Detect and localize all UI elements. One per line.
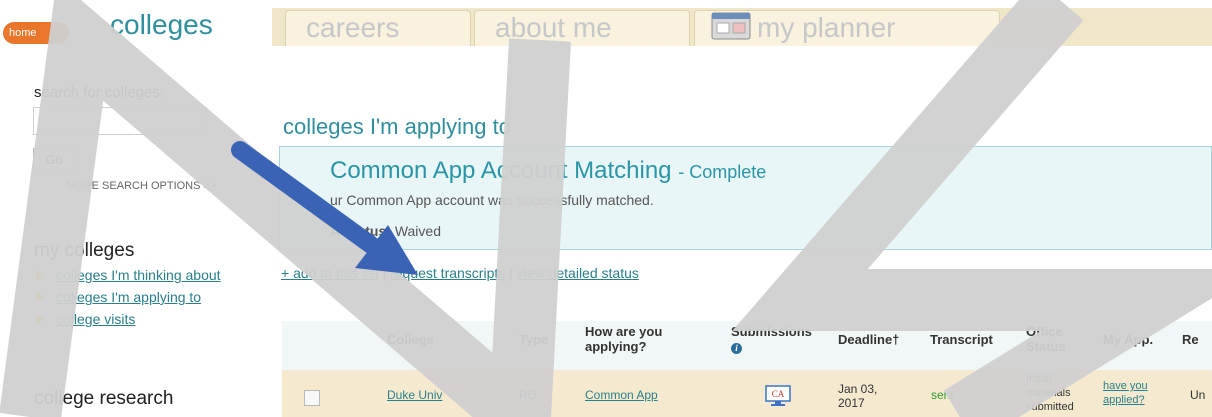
sidebar-item-label[interactable]: colleges I'm applying to: [56, 289, 201, 305]
col-header-deadline: Deadline†: [838, 332, 900, 347]
info-icon[interactable]: i: [731, 343, 742, 354]
page-title: colleges I'm applying to: [283, 114, 511, 139]
ferpa-status: A Status: Waived: [330, 223, 441, 239]
col-header-college: College: [387, 332, 434, 347]
top-navigation: home colleges careers about me my planne…: [0, 0, 1212, 48]
notice-title-text: Common App Account Matching: [330, 157, 672, 184]
link-separator: |: [382, 265, 387, 281]
sidebar-item-label[interactable]: college visits: [56, 311, 135, 327]
cell-re: Un: [1190, 388, 1206, 402]
tab-my-planner-label: my planner: [757, 12, 896, 43]
view-detailed-status-link[interactable]: view detailed status: [517, 265, 639, 281]
link-separator: |: [509, 265, 513, 281]
sidebar-item-label[interactable]: colleges I'm thinking about: [56, 267, 221, 283]
action-links: + add to this list | request transcripts…: [281, 265, 639, 281]
sidebar-item-visits[interactable]: college visits: [34, 311, 221, 327]
chevron-right-icon: [36, 313, 44, 325]
sidebar-item-thinking[interactable]: colleges I'm thinking about: [34, 267, 221, 283]
cell-deadline: Jan 03, 2017: [838, 382, 878, 410]
cell-my-app: have you applied?: [1103, 379, 1153, 407]
common-app-link[interactable]: Common App: [585, 388, 658, 402]
col-header-re: Re: [1182, 332, 1199, 347]
col-header-submissions: Submissions i: [731, 324, 812, 354]
tab-about-me[interactable]: about me: [474, 10, 690, 46]
col-header-type: Type: [519, 332, 549, 347]
tab-careers[interactable]: careers: [285, 10, 471, 46]
ferpa-value: Waived: [394, 223, 441, 239]
home-button[interactable]: home: [3, 22, 69, 44]
sidebar-item-applying[interactable]: colleges I'm applying to: [34, 289, 221, 305]
col-header-my-app: My App.: [1103, 332, 1154, 347]
cell-type: RD: [519, 388, 537, 402]
more-search-options-link[interactable]: MORE SEARCH OPTIONS >>: [66, 180, 216, 192]
chevron-right-icon: [36, 291, 44, 303]
col-header-office-status: Office Status: [1026, 324, 1066, 354]
col-header-how-applying: How are you applying?: [585, 324, 663, 354]
add-to-list-link[interactable]: + add to this list: [281, 265, 379, 281]
common-app-submission-icon[interactable]: CA: [765, 385, 791, 407]
college-search-input[interactable]: [33, 107, 207, 135]
row-checkbox[interactable]: [304, 390, 320, 406]
have-you-applied-link[interactable]: have you applied?: [1103, 380, 1148, 406]
col-header-submissions-label: Submissions: [731, 324, 812, 339]
chevron-right-icon: [36, 269, 44, 281]
cell-college: Duke Univ: [387, 388, 442, 402]
tab-colleges[interactable]: colleges: [110, 9, 213, 41]
cell-transcript: sent: [931, 388, 954, 402]
tab-my-planner[interactable]: my planner: [694, 10, 1000, 46]
notice-message: ur Common App account was successfully m…: [330, 192, 654, 208]
ferpa-label: A Status:: [330, 223, 391, 239]
notice-status: - Complete: [678, 162, 767, 182]
planner-icon: [711, 12, 751, 40]
col-header-transcript: Transcript: [930, 332, 993, 347]
ca-icon-text: CA: [772, 389, 785, 399]
cell-office-status: Initial materials submitted: [1026, 373, 1074, 413]
request-transcripts-link[interactable]: request transcripts: [390, 265, 505, 281]
college-link[interactable]: Duke Univ: [387, 388, 442, 402]
matching-notice: Common App Account Matching - Complete u…: [279, 146, 1212, 250]
notice-title: Common App Account Matching - Complete: [330, 157, 766, 185]
college-research-heading: college research: [34, 388, 174, 409]
cell-how: Common App: [585, 388, 658, 402]
my-colleges-heading: my colleges: [34, 240, 135, 261]
go-button[interactable]: Go: [33, 148, 75, 172]
my-colleges-list: colleges I'm thinking about colleges I'm…: [34, 267, 221, 333]
search-heading: search for colleges:: [34, 84, 165, 101]
